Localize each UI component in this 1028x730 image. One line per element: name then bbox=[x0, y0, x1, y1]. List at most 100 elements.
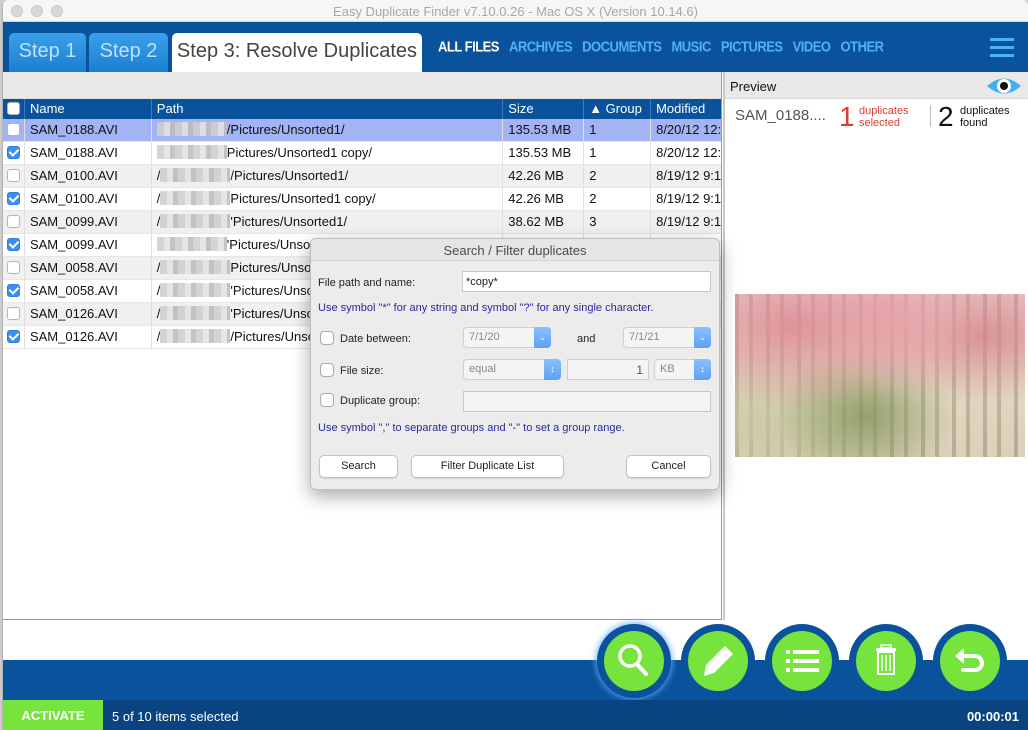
duplicates-found-label-line1: duplicates bbox=[960, 105, 1010, 117]
table-row[interactable]: SAM_0100.AVI //Pictures/Unsorted1/42.26 M… bbox=[3, 165, 721, 188]
path-input[interactable] bbox=[462, 271, 711, 292]
category-documents[interactable]: DOCUMENTS bbox=[582, 38, 662, 55]
select-all-header[interactable] bbox=[3, 99, 25, 119]
column-header-group[interactable]: ▲ Group bbox=[584, 99, 652, 119]
row-checkbox-cell[interactable] bbox=[3, 165, 25, 187]
dialog-cancel-button[interactable]: Cancel bbox=[626, 455, 711, 478]
group-hint: Use symbol "," to separate groups and "-… bbox=[318, 422, 625, 434]
row-checkbox-cell[interactable] bbox=[3, 303, 25, 325]
list-icon bbox=[786, 650, 819, 672]
dialog-search-button[interactable]: Search bbox=[319, 455, 398, 478]
cell-size: 42.26 MB bbox=[503, 165, 585, 187]
cell-name: SAM_0126.AVI bbox=[25, 326, 152, 348]
size-unit-select[interactable]: KB ↕ bbox=[654, 359, 711, 380]
preview-thumbnail[interactable] bbox=[735, 294, 1025, 457]
tab-step-2[interactable]: Step 2 bbox=[89, 33, 168, 72]
table-row[interactable]: SAM_0188.AVI Pictures/Unsorted1 copy/135.… bbox=[3, 142, 721, 165]
tab-step-3[interactable]: Step 3: Resolve Duplicates bbox=[172, 33, 422, 72]
path-text: 'Pictures/Unsor bbox=[226, 237, 315, 252]
cell-group: 2 bbox=[584, 188, 652, 210]
select-all-checkbox[interactable] bbox=[7, 102, 20, 116]
chevron-down-icon: ⌄ bbox=[694, 327, 711, 348]
cell-path: //Pictures/Unsorted1/ bbox=[152, 165, 504, 187]
cell-modified: 8/20/12 12: bbox=[656, 145, 721, 160]
header-bar: Step 1 Step 2 Step 3: Resolve Duplicates… bbox=[3, 22, 1028, 72]
category-music[interactable]: MUSIC bbox=[671, 38, 711, 55]
row-checkbox[interactable] bbox=[7, 261, 20, 275]
cell-path: / 'Pictures/Unsorted1/ bbox=[152, 211, 504, 233]
table-row[interactable]: SAM_0188.AVI/Pictures/Unsorted1/135.53 M… bbox=[3, 119, 721, 142]
activate-button[interactable]: ACTIVATE bbox=[3, 700, 103, 730]
category-pictures[interactable]: PICTURES bbox=[721, 38, 783, 55]
row-checkbox[interactable] bbox=[7, 307, 20, 321]
column-header-size[interactable]: Size bbox=[503, 99, 585, 119]
search-filter-dialog: Search / Filter duplicates File path and… bbox=[310, 238, 720, 490]
redacted-path-segment bbox=[160, 260, 231, 275]
size-value-input[interactable]: 1 bbox=[567, 359, 649, 380]
cell-size: 38.62 MB bbox=[503, 211, 585, 233]
date-to-select[interactable]: 7/1/21 ⌄ bbox=[623, 327, 711, 348]
elapsed-timer: 00:00:01 bbox=[966, 709, 1019, 724]
date-checkbox[interactable] bbox=[320, 331, 334, 345]
path-text: Pictures/Unsorted1 copy/ bbox=[230, 191, 376, 206]
status-bar: ACTIVATE 5 of 10 items selected 00:00:01 bbox=[3, 700, 1028, 730]
duplicate-group-checkbox[interactable] bbox=[320, 393, 334, 407]
cell-name: SAM_0058.AVI bbox=[25, 257, 152, 279]
eye-icon[interactable] bbox=[986, 75, 1022, 97]
path-text: 'Pictures/Unsorted1/ bbox=[230, 214, 348, 229]
row-checkbox-cell[interactable] bbox=[3, 211, 25, 233]
row-checkbox[interactable] bbox=[7, 238, 20, 252]
undo-button[interactable] bbox=[933, 624, 1007, 698]
row-checkbox[interactable] bbox=[7, 284, 20, 298]
cell-modified: 8/20/12 12: bbox=[656, 122, 721, 137]
edit-button[interactable] bbox=[681, 624, 755, 698]
redacted-path-segment bbox=[160, 168, 231, 183]
list-button[interactable] bbox=[765, 624, 839, 698]
table-header: Name Path Size ▲ Group Modified bbox=[3, 99, 721, 119]
table-row[interactable]: SAM_0099.AVI / 'Pictures/Unsorted1/38.62 M… bbox=[3, 211, 721, 234]
category-nav: ALL FILES ARCHIVES DOCUMENTS MUSIC PICTU… bbox=[438, 38, 884, 55]
row-checkbox[interactable] bbox=[7, 192, 20, 206]
redacted-path-segment bbox=[160, 329, 231, 344]
duplicates-found-label-line2: found bbox=[960, 117, 988, 129]
filter-duplicate-list-button[interactable]: Filter Duplicate List bbox=[411, 455, 564, 478]
tab-step-1[interactable]: Step 1 bbox=[9, 33, 86, 72]
search-button[interactable] bbox=[597, 624, 671, 698]
category-video[interactable]: VIDEO bbox=[793, 38, 831, 55]
column-header-modified[interactable]: Modified bbox=[651, 99, 721, 119]
row-checkbox-cell[interactable] bbox=[3, 326, 25, 348]
date-from-select[interactable]: 7/1/20 ⌄ bbox=[463, 327, 551, 348]
row-checkbox[interactable] bbox=[7, 215, 20, 229]
search-icon bbox=[618, 644, 648, 676]
duplicate-group-input[interactable] bbox=[463, 391, 711, 412]
table-row[interactable]: SAM_0100.AVI / Pictures/Unsorted1 copy/42.… bbox=[3, 188, 721, 211]
category-other[interactable]: OTHER bbox=[841, 38, 885, 55]
path-text: 'Pictures/Unsor bbox=[230, 306, 319, 321]
row-checkbox[interactable] bbox=[7, 169, 20, 183]
row-checkbox-cell[interactable] bbox=[3, 119, 25, 141]
preview-title: Preview bbox=[730, 79, 777, 94]
row-checkbox-cell[interactable] bbox=[3, 280, 25, 302]
row-checkbox[interactable] bbox=[7, 330, 20, 344]
row-checkbox[interactable] bbox=[7, 146, 20, 160]
preview-panel: Preview SAM_0188.... 1 duplicates select… bbox=[723, 72, 1028, 620]
category-all-files[interactable]: ALL FILES bbox=[438, 38, 499, 55]
cell-name: SAM_0099.AVI bbox=[25, 234, 152, 256]
row-checkbox-cell[interactable] bbox=[3, 188, 25, 210]
window-title: Easy Duplicate Finder v7.10.0.26 - Mac O… bbox=[333, 4, 698, 19]
menu-hamburger-icon[interactable] bbox=[990, 38, 1014, 58]
category-archives[interactable]: ARCHIVES bbox=[509, 38, 573, 55]
column-header-name[interactable]: Name bbox=[25, 99, 152, 119]
size-operator-select[interactable]: equal ↕ bbox=[463, 359, 561, 380]
row-checkbox-cell[interactable] bbox=[3, 234, 25, 256]
row-checkbox-cell[interactable] bbox=[3, 257, 25, 279]
preview-header: Preview bbox=[725, 72, 1028, 99]
file-size-checkbox[interactable] bbox=[320, 363, 334, 377]
cell-name: SAM_0188.AVI bbox=[25, 119, 152, 141]
duplicates-selected-label-line2: selected bbox=[859, 117, 900, 129]
column-header-path[interactable]: Path bbox=[152, 99, 504, 119]
delete-button[interactable] bbox=[849, 624, 923, 698]
row-checkbox-cell[interactable] bbox=[3, 142, 25, 164]
cell-size: 135.53 MB bbox=[503, 142, 585, 164]
row-checkbox[interactable] bbox=[7, 123, 20, 137]
